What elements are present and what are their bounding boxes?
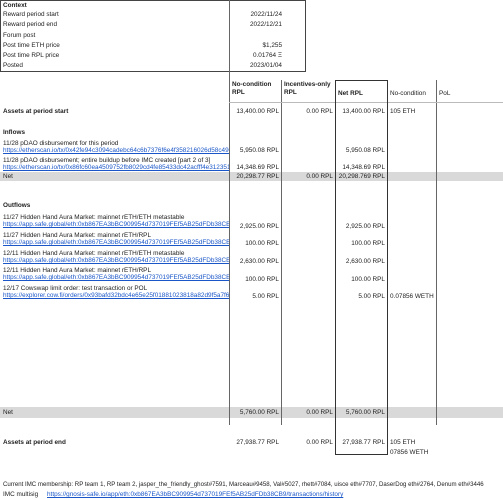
inflow-2-net: 14,348.69 RPL (342, 164, 385, 171)
inflow-1-net: 5,950.08 RPL (345, 147, 385, 154)
assets-start-incentives: 0.00 RPL (306, 108, 333, 115)
inflows-net-incentives: 0.00 RPL (306, 173, 333, 180)
context-value-reward-start: 2022/11/24 (250, 11, 282, 18)
outflow-5-link[interactable]: https://explorer.cow.fi/orders/0x93bafd3… (3, 291, 229, 300)
outflow-4-net: 100.00 RPL (351, 276, 385, 283)
assets-end-label: Assets at period end (3, 439, 66, 446)
assets-end-no-condition: 27,938.77 RPL (236, 439, 279, 446)
assets-start-no-condition: 13,400.00 RPL (236, 108, 279, 115)
inflow-2-no-condition: 14,348.69 RPL (236, 164, 279, 171)
inflow-1-no-condition: 5,950.08 RPL (239, 147, 279, 154)
outflows-net-no-condition: 5,760.00 RPL (239, 409, 279, 416)
inflows-title: Inflows (3, 129, 26, 136)
assets-end-incentives: 0.00 RPL (306, 439, 333, 446)
outflow-5-extra: 0.07856 WETH (390, 293, 434, 300)
outflows-title: Outflows (3, 202, 31, 209)
context-label-reward-start: Reward period start (3, 11, 59, 18)
outflows-net-label: Net (3, 409, 13, 416)
assets-start-extra: 105 ETH (390, 108, 416, 115)
net-rpl-column-box (335, 80, 388, 455)
context-label-rpl-price: Post time RPL price (3, 52, 60, 59)
context-value-reward-end: 2022/12/21 (250, 21, 282, 28)
outflow-1-no-condition: 2,925.00 RPL (239, 223, 279, 230)
assets-start-label: Assets at period start (3, 108, 69, 115)
outflow-2-link[interactable]: https://app.safe.global/eth:0xb867EA3bBC… (3, 238, 229, 247)
context-value-posted: 2023/01/04 (250, 62, 282, 69)
col-separator-2 (281, 80, 282, 425)
context-value-rpl-price: 0.01764 Ξ (252, 52, 282, 59)
outflow-5-no-condition: 5.00 RPL (252, 293, 279, 300)
inflows-net-no-condition: 20,298.77 RPL (236, 173, 279, 180)
outflow-4-link[interactable]: https://app.safe.global/eth:0xb867EA3bBC… (3, 273, 229, 282)
context-value-eth-price: $1,255 (262, 42, 282, 49)
outflow-2-no-condition: 100.00 RPL (245, 240, 279, 247)
inflows-net-net: 20,298.769 RPL (338, 173, 385, 180)
context-label-eth-price: Post time ETH price (3, 42, 60, 49)
inflows-net-label: Net (3, 173, 13, 180)
inflow-2-link[interactable]: https://etherscan.io/tx/0x86fc60ea450975… (3, 163, 229, 172)
outflow-1-net: 2,925.00 RPL (345, 223, 385, 230)
header-net-rpl: Net RPL (338, 90, 363, 97)
outflow-2-net: 100.00 RPL (351, 240, 385, 247)
col-separator-1 (229, 0, 230, 425)
assets-end-extra-weth: 07856 WETH (390, 449, 429, 456)
outflows-net-incentives: 0.00 RPL (306, 409, 333, 416)
outflow-3-no-condition: 2,630.00 RPL (239, 258, 279, 265)
assets-start-net: 13,400.00 RPL (342, 108, 385, 115)
context-label-reward-end: Reward period end (3, 21, 57, 28)
col-separator-4 (436, 80, 437, 425)
inflow-1-link[interactable]: https://etherscan.io/tx/0x42fe94c3094cad… (3, 146, 229, 155)
outflow-4-no-condition: 100.00 RPL (245, 276, 279, 283)
outflow-3-link[interactable]: https://app.safe.global/eth:0xb867EA3bBC… (3, 256, 229, 265)
outflow-5-net: 5.00 RPL (358, 293, 385, 300)
header-incentives-only-rpl: Incentives-only RPL (284, 81, 331, 96)
assets-end-net: 27,938.77 RPL (342, 439, 385, 446)
outflow-1-link[interactable]: https://app.safe.global/eth:0xb867EA3bBC… (3, 220, 229, 229)
header-pol: PoL (439, 90, 451, 97)
context-title: Context (3, 2, 27, 9)
context-label-forum-post: Forum post (3, 32, 36, 39)
outflow-3-net: 2,630.00 RPL (345, 258, 385, 265)
imc-multisig-link[interactable]: https://gnosis-safe.io/app/eth:0xb867EA3… (47, 490, 343, 499)
context-label-posted: Posted (3, 62, 23, 69)
outflows-net-net: 5,760.00 RPL (345, 409, 385, 416)
assets-end-extra-eth: 105 ETH (390, 439, 416, 446)
imc-multisig-label: IMC multisig (3, 491, 39, 498)
header-no-condition-rpl: No-condition RPL (232, 81, 272, 96)
header-no-condition: No-condition (390, 90, 426, 97)
imc-membership: Current IMC membership: RP team 1, RP te… (3, 481, 484, 488)
